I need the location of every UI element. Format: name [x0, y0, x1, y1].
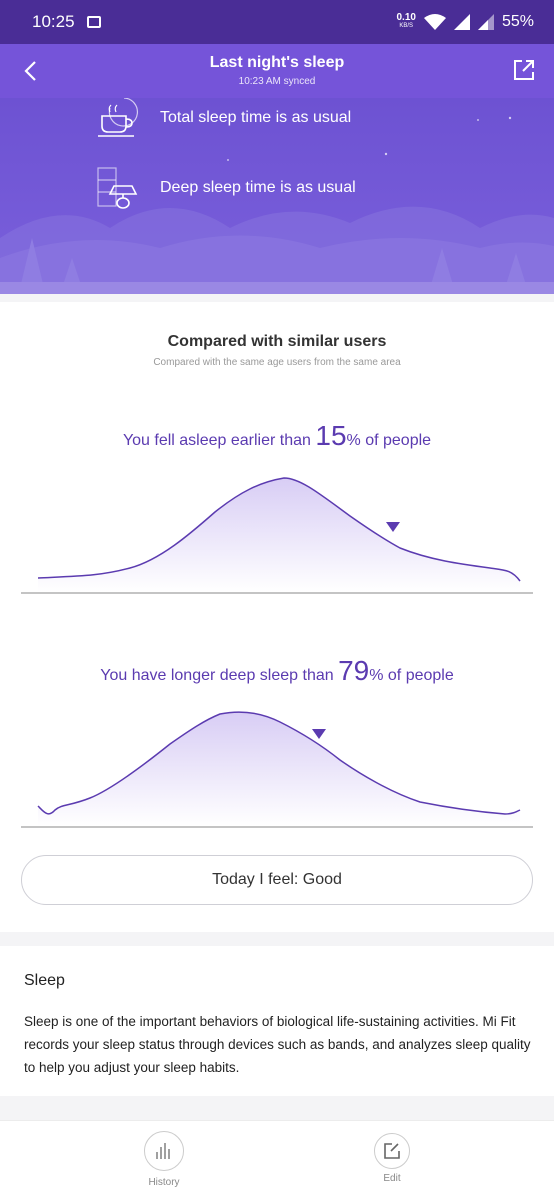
- tab-label: History: [148, 1177, 180, 1188]
- page-title: Last night's sleep: [209, 54, 345, 71]
- hero-item-deep-sleep: Deep sleep time is as usual: [96, 166, 356, 210]
- wifi-icon: [423, 14, 446, 30]
- info-description: Sleep is one of the important behaviors …: [24, 1014, 531, 1075]
- bottom-tab-bar: History Edit: [0, 1120, 554, 1200]
- distribution-curve-deep-sleep: [21, 711, 533, 828]
- position-marker-icon: [386, 522, 400, 532]
- share-icon[interactable]: [512, 58, 536, 82]
- history-tab-button[interactable]: [144, 1131, 184, 1171]
- hero-item-text: Deep sleep time is as usual: [160, 179, 356, 196]
- status-bar: 10:25 0.10 KB/S 55%: [0, 0, 554, 44]
- sleep-info-section: Sleep Sleep is one of the important beha…: [0, 946, 554, 1096]
- status-time: 10:25: [32, 12, 75, 31]
- stat-suffix: % of people: [346, 432, 432, 449]
- hero-item-text: Total sleep time is as usual: [160, 109, 352, 126]
- comparison-card: Compared with similar users Compared wit…: [0, 302, 554, 932]
- edit-icon: [384, 1143, 400, 1159]
- image-notification-icon: [86, 16, 101, 28]
- app-header: Last night's sleep 10:23 AM synced: [0, 44, 554, 98]
- net-speed-unit: KB/S: [399, 23, 414, 29]
- stat-prefix: You fell asleep earlier than: [122, 432, 316, 449]
- info-title: Sleep: [24, 972, 65, 989]
- stat-deep-sleep: You have longer deep sleep than 79% of p…: [0, 655, 554, 687]
- tab-label: Edit: [383, 1173, 401, 1184]
- hero-item-total-sleep: Total sleep time is as usual: [96, 98, 351, 140]
- stat-fell-asleep: You fell asleep earlier than 15% of peop…: [0, 420, 554, 452]
- sleep-summary-hero: Total sleep time is as usual Deep sleep …: [0, 98, 554, 294]
- bar-chart-icon: [156, 1143, 170, 1159]
- edit-tab-button[interactable]: [374, 1133, 410, 1169]
- today-feel-button[interactable]: Today I feel: Good: [21, 855, 533, 905]
- stat-suffix: % of people: [369, 667, 454, 684]
- tab-edit[interactable]: Edit: [352, 1133, 432, 1184]
- stat-prefix: You have longer deep sleep than: [100, 667, 339, 684]
- bedside-lamp-icon: [97, 167, 138, 209]
- sync-status: 10:23 AM synced: [238, 76, 316, 87]
- stat-value: 79: [338, 655, 370, 686]
- distribution-curve-fell-asleep: [21, 477, 533, 594]
- coffee-cup-icon: [98, 98, 139, 137]
- signal-2-icon: [477, 14, 494, 30]
- comparison-subtitle: Compared with the same age users from th…: [153, 357, 401, 368]
- tab-history[interactable]: History: [124, 1131, 204, 1188]
- battery-level: 55%: [501, 13, 534, 30]
- net-speed: 0.10 KB/S: [397, 13, 416, 31]
- signal-icon: [453, 14, 470, 30]
- position-marker-icon: [312, 729, 326, 739]
- stat-value: 15: [315, 420, 347, 451]
- comparison-title: Compared with similar users: [167, 333, 387, 350]
